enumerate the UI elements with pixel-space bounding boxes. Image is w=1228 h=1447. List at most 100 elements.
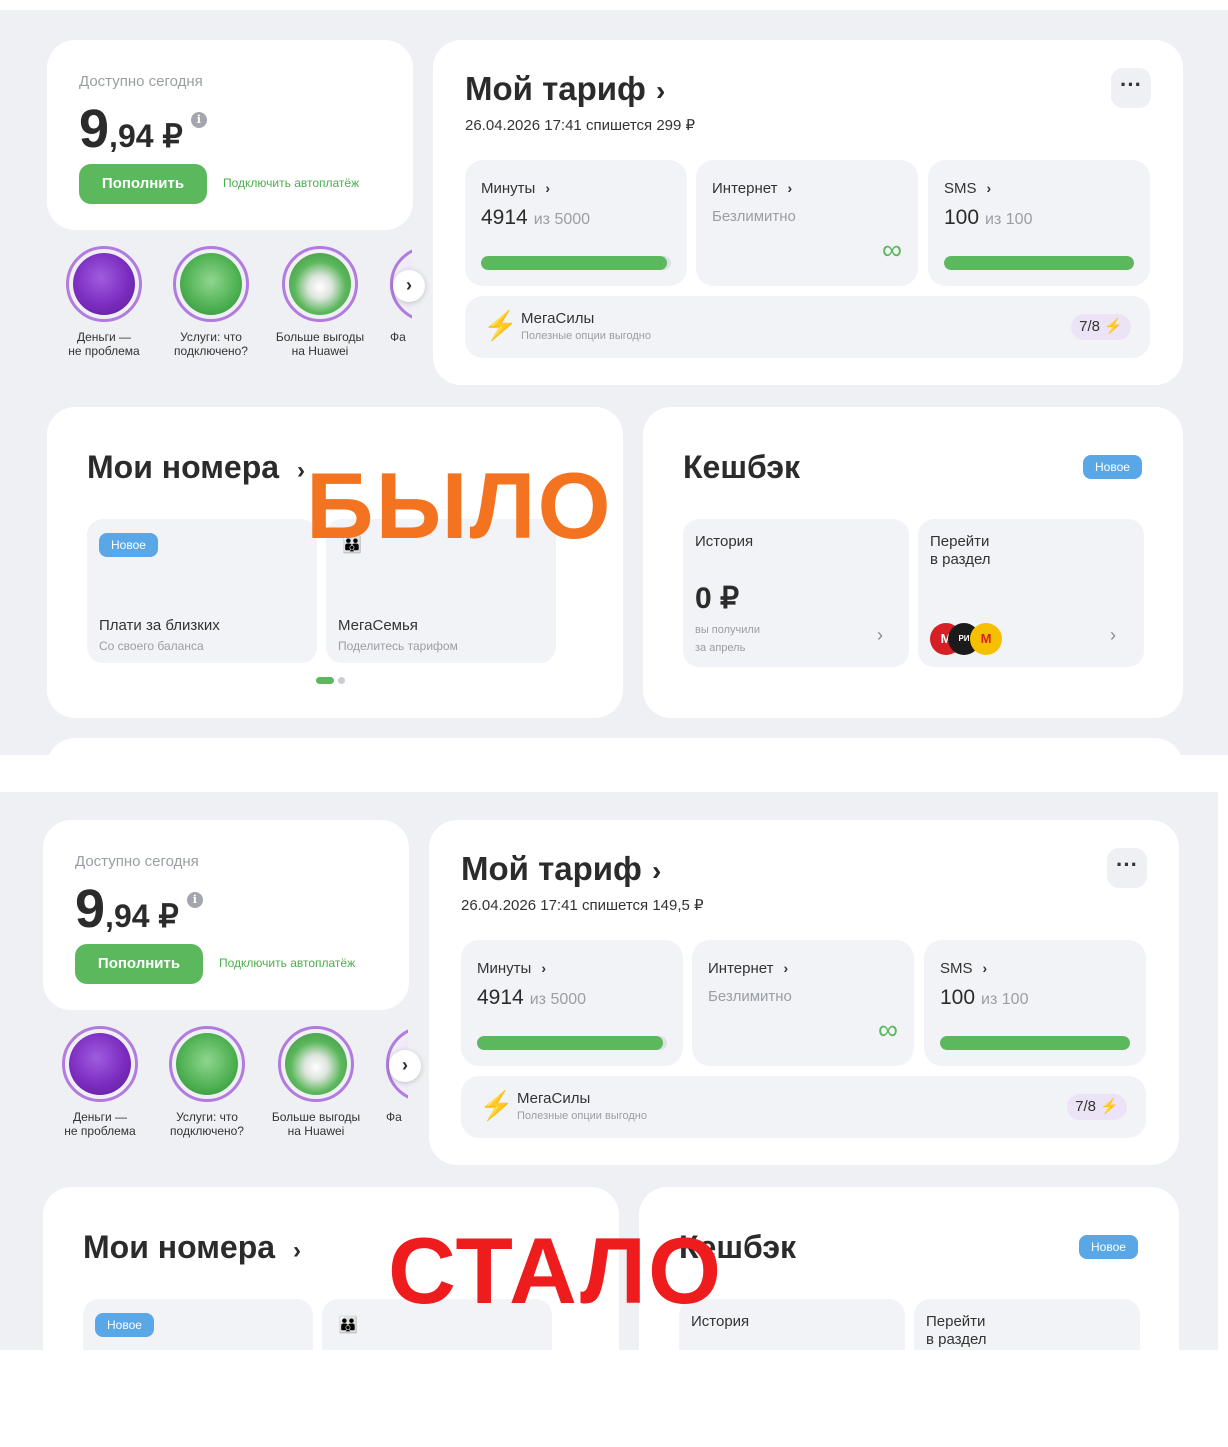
- story-services[interactable]: Услуги: что подключено?: [157, 1026, 257, 1138]
- megasily-row[interactable]: ⚡ МегаСилы Полезные опции выгодно 7/8 ⚡: [465, 296, 1150, 358]
- carousel-dots[interactable]: [316, 671, 349, 689]
- balance-card: Доступно сегодня 9,94 ₽ i Пополнить Подкл…: [43, 820, 409, 1010]
- cashback-note: вы получили за апрель: [695, 624, 760, 654]
- story-money[interactable]: Деньги — не проблема: [54, 246, 154, 358]
- pay-for-relatives-tile[interactable]: Новое Плати за близких Со своего баланса: [87, 519, 317, 663]
- huawei-story-icon: [289, 253, 351, 315]
- sms-tile[interactable]: SMS › 100 из 100: [928, 160, 1150, 286]
- autopay-link[interactable]: Подключить автоплатёж: [223, 176, 359, 190]
- cashback-section-tile[interactable]: Перейти в раздел: [914, 1299, 1140, 1350]
- story-huawei[interactable]: Больше выгоды на Huawei: [270, 246, 370, 358]
- new-badge: Новое: [99, 533, 158, 557]
- lightning-icon: ⚡: [1104, 318, 1123, 335]
- money-story-icon: [69, 1033, 131, 1095]
- chevron-right-icon: ›: [297, 457, 306, 484]
- story-label: Фа: [390, 330, 406, 344]
- internet-value: Безлимитно: [712, 208, 796, 225]
- minutes-tile[interactable]: Минуты › 4914 из 5000: [461, 940, 683, 1066]
- tariff-card: Мой тариф › 26.04.2026 17:41 спишется 149…: [429, 820, 1179, 1165]
- tile-title: История: [695, 533, 754, 550]
- megasily-subtitle: Полезные опции выгодно: [521, 330, 652, 342]
- partner-logos: М РИ M: [930, 623, 1010, 655]
- cashback-history-tile[interactable]: История 0 ₽ вы получили за апрель ›: [683, 519, 909, 667]
- my-numbers-title[interactable]: Мои номера ›: [83, 1229, 301, 1266]
- tile-subtitle: Поделитесь тарифом: [338, 639, 458, 653]
- story-label: Услуги: что подключено?: [174, 330, 248, 358]
- internet-tile[interactable]: Интернет › Безлимитно ∞: [692, 940, 914, 1066]
- more-options-button[interactable]: ···: [1107, 848, 1147, 888]
- sms-progress-bar: [940, 1036, 1130, 1050]
- stories-next-button[interactable]: ›: [393, 270, 425, 302]
- sms-total: из 100: [981, 991, 1029, 1008]
- story-huawei[interactable]: Больше выгоды на Huawei: [266, 1026, 366, 1138]
- chevron-right-icon: ›: [986, 180, 992, 196]
- story-money[interactable]: Деньги — не проблема: [50, 1026, 150, 1138]
- topup-button[interactable]: Пополнить: [79, 164, 207, 204]
- megasily-badge: 7/8 ⚡: [1067, 1094, 1127, 1120]
- tariff-charge-date: 26.04.2026 17:41 спишется 299 ₽: [465, 117, 696, 134]
- info-icon[interactable]: i: [190, 112, 207, 128]
- balance-label: Доступно сегодня: [75, 853, 199, 870]
- tariff-title[interactable]: Мой тариф ›: [465, 70, 665, 108]
- sms-tile[interactable]: SMS › 100 из 100: [924, 940, 1146, 1066]
- tariff-card: Мой тариф › 26.04.2026 17:41 спишется 299…: [433, 40, 1183, 385]
- internet-label: Интернет: [708, 960, 774, 977]
- balance-label: Доступно сегодня: [79, 73, 203, 90]
- overlay-label-before: БЫЛО: [306, 453, 613, 558]
- sms-label: SMS: [944, 180, 977, 197]
- cashback-card: Кешбэк Новое История 0 ₽ вы получили за а…: [643, 407, 1183, 718]
- chevron-right-icon: ›: [783, 960, 789, 976]
- cashback-section-tile[interactable]: Перейти в раздел М РИ M ›: [918, 519, 1144, 667]
- minutes-total: из 5000: [533, 211, 591, 228]
- internet-value: Безлимитно: [708, 988, 792, 1005]
- pay-for-relatives-tile[interactable]: Новое: [83, 1299, 313, 1350]
- minutes-value: 4914: [481, 206, 528, 229]
- sms-total: из 100: [985, 211, 1033, 228]
- autopay-link[interactable]: Подключить автоплатёж: [219, 956, 355, 970]
- story-label: Услуги: что подключено?: [170, 1110, 244, 1138]
- cashback-amount: 0 ₽: [695, 582, 740, 615]
- minutes-value: 4914: [477, 986, 524, 1009]
- more-options-button[interactable]: ···: [1111, 68, 1151, 108]
- sms-value: 100: [940, 986, 976, 1009]
- cashback-title[interactable]: Кешбэк: [683, 449, 800, 486]
- internet-tile[interactable]: Интернет › Безлимитно ∞: [696, 160, 918, 286]
- story-label: Больше выгоды на Huawei: [271, 1110, 361, 1138]
- overlay-label-after: СТАЛО: [388, 1218, 724, 1323]
- chevron-right-icon: ›: [545, 180, 550, 196]
- my-numbers-title[interactable]: Мои номера ›: [87, 449, 305, 486]
- chevron-right-icon: ›: [655, 75, 666, 106]
- minutes-progress-bar: [477, 1036, 667, 1050]
- tile-title: Перейти в раздел: [926, 1313, 987, 1348]
- tariff-title[interactable]: Мой тариф ›: [461, 850, 661, 888]
- story-services[interactable]: Услуги: что подключено?: [161, 246, 261, 358]
- story-label: Больше выгоды на Huawei: [275, 330, 365, 358]
- lightning-icon: ⚡: [1100, 1098, 1119, 1115]
- minutes-label: Минуты: [477, 960, 532, 977]
- new-badge: Новое: [95, 1313, 154, 1337]
- story-label: Фа: [386, 1110, 402, 1124]
- new-badge: Новое: [1083, 455, 1142, 479]
- services-story-icon: [176, 1033, 238, 1095]
- partner-logo-yellow: M: [970, 623, 1002, 655]
- infinity-icon: ∞: [882, 234, 902, 265]
- tile-subtitle: Со своего баланса: [99, 639, 204, 653]
- family-icon: 👪: [338, 1317, 358, 1334]
- balance-amount: 9,94 ₽ i: [79, 98, 207, 160]
- tile-title: Плати за близких: [99, 617, 220, 634]
- chevron-right-icon: ›: [982, 960, 988, 976]
- internet-label: Интернет: [712, 180, 778, 197]
- tile-title: МегаСемья: [338, 617, 418, 634]
- chevron-right-icon: ›: [1110, 625, 1116, 645]
- megasily-row[interactable]: ⚡ МегаСилы Полезные опции выгодно 7/8 ⚡: [461, 1076, 1146, 1138]
- chevron-right-icon: ›: [651, 855, 662, 886]
- story-label: Деньги — не проблема: [68, 330, 140, 358]
- info-icon[interactable]: i: [186, 892, 203, 908]
- balance-card: Доступно сегодня 9,94 ₽ i Пополнить Подкл…: [47, 40, 413, 230]
- topup-button[interactable]: Пополнить: [75, 944, 203, 984]
- minutes-tile[interactable]: Минуты › 4914 из 5000: [465, 160, 687, 286]
- stories-next-button[interactable]: ›: [389, 1050, 421, 1082]
- carousel-dot: [338, 677, 345, 684]
- chevron-right-icon: ›: [877, 625, 883, 645]
- services-story-icon: [180, 253, 242, 315]
